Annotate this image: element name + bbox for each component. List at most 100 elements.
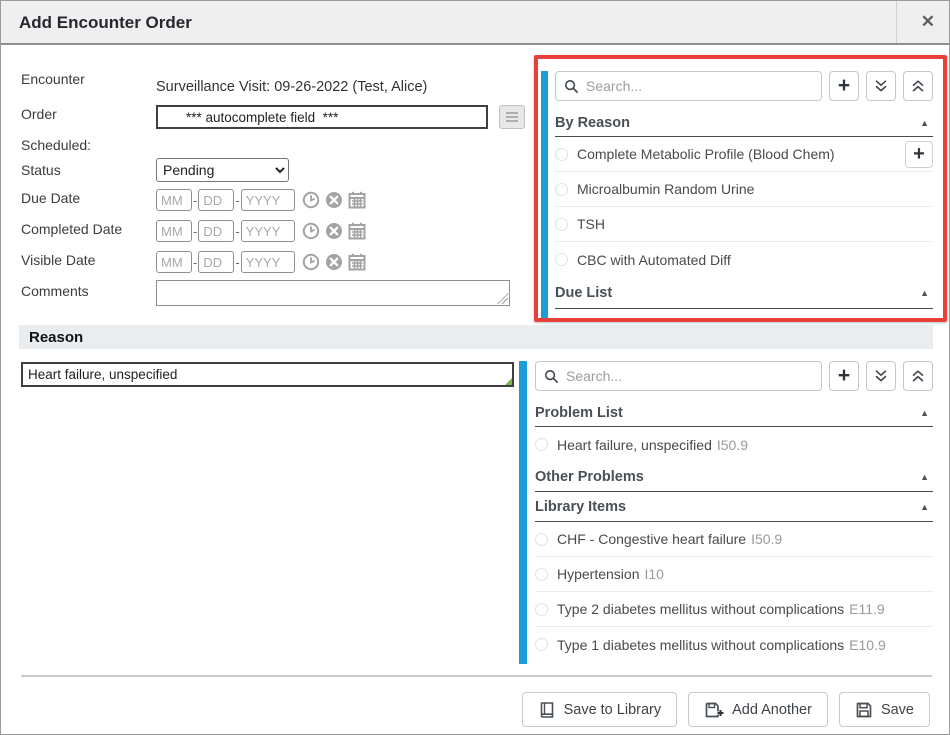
radio-icon[interactable] (555, 183, 568, 196)
completed-date-month-input[interactable] (156, 220, 192, 242)
library-item[interactable]: Hypertension I10 (535, 557, 933, 592)
status-label: Status (21, 162, 61, 178)
completed-date-label: Completed Date (21, 221, 122, 237)
orders-search-input[interactable] (586, 78, 813, 94)
collapse-arrow-icon: ▲ (920, 118, 929, 128)
problem-item[interactable]: Heart failure, unspecified I50.9 (535, 427, 933, 462)
header-divider (896, 1, 897, 43)
orders-collapse-all-button[interactable] (903, 71, 933, 101)
reasons-collapse-all-button[interactable] (903, 361, 933, 391)
order-label: Order (21, 106, 57, 122)
clear-date-icon[interactable] (325, 253, 343, 271)
completed-date-day-input[interactable] (198, 220, 234, 242)
orders-expand-all-button[interactable] (866, 71, 896, 101)
other-problems-section-header[interactable]: Other Problems ▲ (535, 462, 933, 492)
problem-list-section-header[interactable]: Problem List ▲ (535, 399, 933, 427)
visible-date-label: Visible Date (21, 252, 95, 268)
resize-handle[interactable] (497, 293, 508, 304)
library-item[interactable]: CHF - Congestive heart failure I50.9 (535, 522, 933, 557)
comments-textarea[interactable] (156, 280, 510, 306)
library-item[interactable]: Type 1 diabetes mellitus without complic… (535, 627, 933, 662)
problem-list-title: Problem List (535, 405, 623, 421)
order-item-label: TSH (577, 216, 605, 232)
double-chevron-down-icon (873, 368, 889, 384)
radio-icon[interactable] (535, 533, 548, 546)
add-encounter-order-dialog: Add Encounter Order ✕ Encounter Order Sc… (0, 0, 950, 735)
autocomplete-corner-indicator (505, 378, 512, 385)
list-icon (503, 108, 521, 126)
order-item[interactable]: CBC with Automated Diff (555, 242, 933, 277)
completed-date-year-input[interactable] (241, 220, 295, 242)
other-problems-title: Other Problems (535, 469, 644, 485)
radio-icon[interactable] (535, 568, 548, 581)
due-date-year-input[interactable] (241, 189, 295, 211)
calendar-icon[interactable] (348, 253, 366, 271)
library-item-label: Hypertension (557, 566, 640, 582)
due-date-month-input[interactable] (156, 189, 192, 211)
order-item[interactable]: Complete Metabolic Profile (Blood Chem) … (555, 137, 933, 172)
clock-icon[interactable] (302, 222, 320, 240)
diagnosis-code: E10.9 (849, 637, 886, 653)
due-list-section-header[interactable]: Due List ▲ (555, 277, 933, 309)
diagnosis-code: I10 (645, 566, 664, 582)
collapse-arrow-icon: ▲ (920, 408, 929, 418)
visible-date-month-input[interactable] (156, 251, 192, 273)
visible-date-day-input[interactable] (198, 251, 234, 273)
calendar-icon[interactable] (348, 222, 366, 240)
status-select[interactable]: Pending (156, 158, 289, 182)
add-order-button[interactable]: + (905, 141, 933, 168)
clock-icon[interactable] (302, 191, 320, 209)
order-item[interactable]: TSH (555, 207, 933, 242)
library-items-section-header[interactable]: Library Items ▲ (535, 492, 933, 522)
comments-label: Comments (21, 283, 89, 299)
reasons-search-box[interactable] (535, 361, 822, 391)
order-lookup-button[interactable] (499, 105, 525, 129)
reasons-add-button[interactable]: + (829, 361, 859, 391)
due-date-day-input[interactable] (198, 189, 234, 211)
radio-icon[interactable] (535, 603, 548, 616)
dialog-header: Add Encounter Order ✕ (1, 1, 949, 45)
visible-date-row: -- (156, 250, 366, 274)
library-item[interactable]: Type 2 diabetes mellitus without complic… (535, 592, 933, 627)
diagnosis-code: E11.9 (849, 601, 885, 617)
save-to-library-button[interactable]: Save to Library (522, 692, 678, 727)
library-items-title: Library Items (535, 499, 626, 515)
by-reason-section-header[interactable]: By Reason ▲ (555, 109, 933, 137)
orders-panel: + By Reason ▲ Complete Metabolic Profile… (541, 71, 933, 319)
calendar-icon[interactable] (348, 191, 366, 209)
order-input[interactable] (156, 105, 488, 129)
radio-icon[interactable] (555, 218, 568, 231)
clear-date-icon[interactable] (325, 191, 343, 209)
date-dash: - (193, 193, 197, 208)
radio-icon[interactable] (535, 438, 548, 451)
save-label: Save (881, 702, 914, 718)
clock-icon[interactable] (302, 253, 320, 271)
visible-date-year-input[interactable] (241, 251, 295, 273)
reason-input[interactable] (21, 362, 514, 387)
radio-icon[interactable] (555, 148, 568, 161)
radio-icon[interactable] (555, 253, 568, 266)
reasons-panel: + Problem List ▲ Heart failure, unspecif… (519, 361, 933, 664)
date-dash: - (235, 224, 239, 239)
library-item-label: Type 2 diabetes mellitus without complic… (557, 601, 844, 617)
orders-add-button[interactable]: + (829, 71, 859, 101)
double-chevron-up-icon (910, 368, 926, 384)
footer-actions: Save to Library Add Another Save (522, 692, 930, 727)
save-button[interactable]: Save (839, 692, 930, 727)
reasons-expand-all-button[interactable] (866, 361, 896, 391)
orders-search-box[interactable] (555, 71, 822, 101)
reasons-search-input[interactable] (566, 368, 813, 384)
date-dash: - (193, 255, 197, 270)
orders-search-row: + (555, 71, 933, 101)
book-icon (538, 701, 556, 719)
footer-divider (21, 675, 932, 677)
by-reason-title: By Reason (555, 115, 630, 131)
order-item[interactable]: Microalbumin Random Urine (555, 172, 933, 207)
clear-date-icon[interactable] (325, 222, 343, 240)
save-plus-icon (704, 701, 724, 719)
add-another-button[interactable]: Add Another (688, 692, 828, 727)
close-icon[interactable]: ✕ (921, 12, 935, 32)
save-to-library-label: Save to Library (564, 702, 662, 718)
collapse-arrow-icon: ▲ (920, 502, 929, 512)
radio-icon[interactable] (535, 638, 548, 651)
